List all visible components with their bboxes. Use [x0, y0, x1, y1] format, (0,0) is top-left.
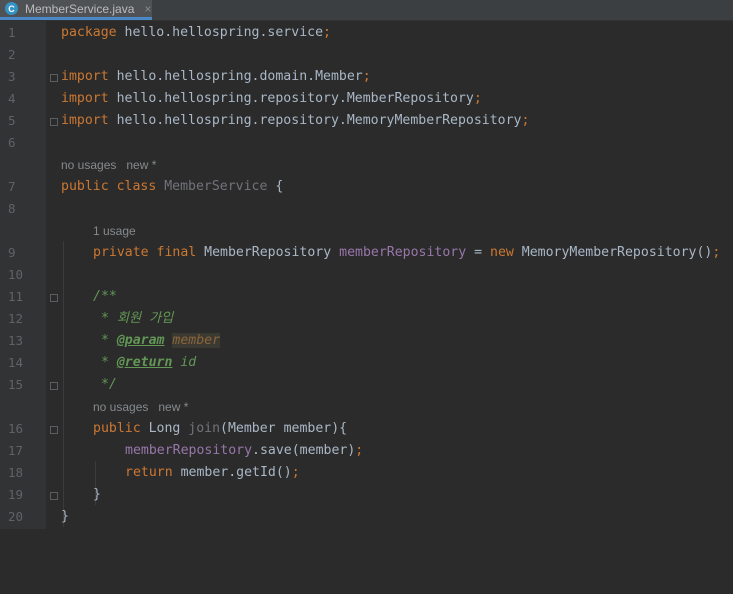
code-line[interactable]: 3 import hello.hellospring.domain.Member… [0, 66, 733, 88]
editor-tab-bar: C MemberService.java × [0, 0, 733, 21]
line-number: 8 [8, 201, 16, 216]
usage-hint[interactable]: no usages new * [93, 396, 188, 418]
line-number: 10 [8, 267, 24, 282]
code-editor[interactable]: 1 package hello.hellospring.service; 2 3… [0, 21, 733, 529]
code-line[interactable]: 2 [0, 44, 733, 66]
code-text: } [61, 509, 69, 524]
code-line[interactable]: 16 public Long join(Member member){ [0, 418, 733, 440]
line-number: 14 [8, 355, 24, 370]
line-number: 5 [8, 113, 16, 128]
line-number: 12 [8, 311, 24, 326]
line-number: 18 [8, 465, 24, 480]
line-number: 1 [8, 25, 16, 40]
code-line[interactable]: 17 memberRepository.save(member); [0, 440, 733, 462]
line-number: 15 [8, 377, 24, 392]
code-line[interactable]: 18 return member.getId(); [0, 462, 733, 484]
line-number: 11 [8, 289, 24, 304]
code-line[interactable]: 6 [0, 132, 733, 154]
code-line[interactable]: 5 import hello.hellospring.repository.Me… [0, 110, 733, 132]
fold-icon[interactable] [50, 426, 58, 434]
line-number: 2 [8, 47, 16, 62]
code-text: public class MemberService { [61, 179, 284, 194]
code-line[interactable]: 8 [0, 198, 733, 220]
code-text: } [93, 487, 101, 502]
code-text: public Long join(Member member){ [93, 421, 348, 436]
code-text: private final MemberRepository memberRep… [93, 245, 721, 260]
code-text: * @param member [93, 333, 221, 348]
line-number: 7 [8, 179, 16, 194]
close-icon[interactable]: × [144, 2, 151, 16]
code-line[interactable]: 1 package hello.hellospring.service; [0, 22, 733, 44]
line-number: 20 [8, 509, 24, 524]
java-class-icon: C [5, 2, 18, 15]
code-line[interactable]: 12 * 회원 가입 [0, 308, 733, 330]
usage-hint[interactable]: no usages new * [61, 154, 156, 176]
code-line[interactable]: 13 * @param member [0, 330, 733, 352]
code-text: /** [93, 289, 117, 304]
code-line[interactable]: 19 } [0, 484, 733, 506]
code-line[interactable]: 14 * @return id [0, 352, 733, 374]
fold-icon[interactable] [50, 118, 58, 126]
line-number: 3 [8, 69, 16, 84]
fold-icon[interactable] [50, 492, 58, 500]
tab-filename: MemberService.java [25, 1, 135, 16]
line-number: 6 [8, 135, 16, 150]
code-line[interactable]: 4 import hello.hellospring.repository.Me… [0, 88, 733, 110]
code-text: import hello.hellospring.repository.Memb… [61, 91, 482, 106]
code-line[interactable]: 7 public class MemberService { [0, 176, 733, 198]
code-text: * 회원 가입 [93, 311, 174, 326]
code-text: * @return id [93, 355, 197, 370]
line-number: 17 [8, 443, 24, 458]
code-text: memberRepository.save(member); [125, 443, 364, 458]
code-line[interactable]: 11 /** [0, 286, 733, 308]
line-number: 19 [8, 487, 24, 502]
code-line[interactable]: 20 } [0, 506, 733, 528]
usage-hint[interactable]: 1 usage [93, 220, 136, 242]
code-line[interactable]: 15 */ [0, 374, 733, 396]
fold-icon[interactable] [50, 74, 58, 82]
tab-memberservice-java[interactable]: C MemberService.java × [0, 0, 152, 20]
fold-icon[interactable] [50, 382, 58, 390]
line-number: 13 [8, 333, 24, 348]
code-text: return member.getId(); [125, 465, 300, 480]
code-text: import hello.hellospring.domain.Member; [61, 69, 371, 84]
line-number: 4 [8, 91, 16, 106]
line-number: 16 [8, 421, 24, 436]
code-line[interactable]: 9 private final MemberRepository memberR… [0, 242, 733, 264]
fold-icon[interactable] [50, 294, 58, 302]
code-text: import hello.hellospring.repository.Memo… [61, 113, 530, 128]
code-line[interactable]: 10 [0, 264, 733, 286]
code-text: package hello.hellospring.service; [61, 25, 331, 40]
line-number: 9 [8, 245, 16, 260]
code-text: */ [93, 377, 117, 392]
